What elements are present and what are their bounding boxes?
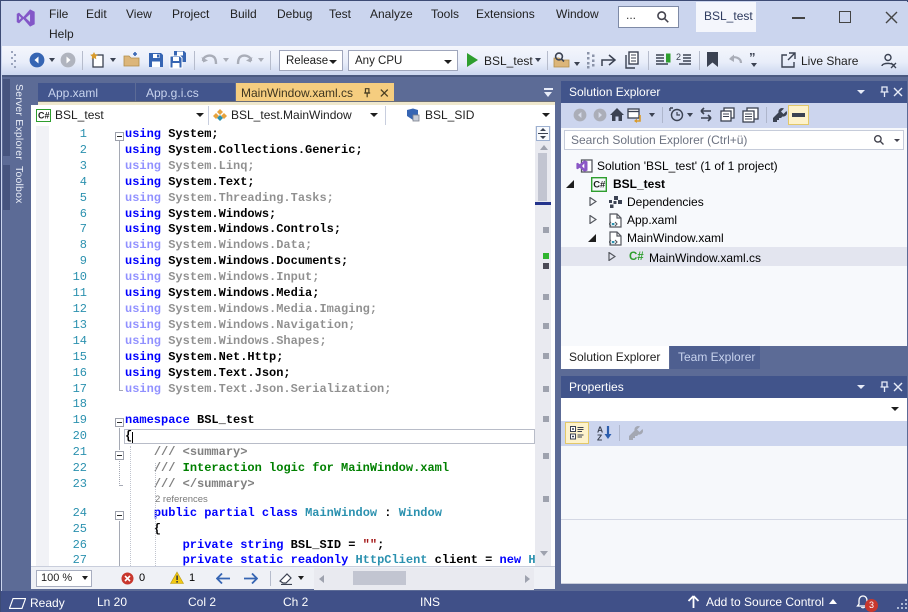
svg-text:C#: C#: [593, 180, 606, 191]
svg-text:C#: C#: [38, 111, 50, 121]
svg-text:2: 2: [676, 53, 681, 62]
svg-text:Z: Z: [597, 433, 602, 442]
